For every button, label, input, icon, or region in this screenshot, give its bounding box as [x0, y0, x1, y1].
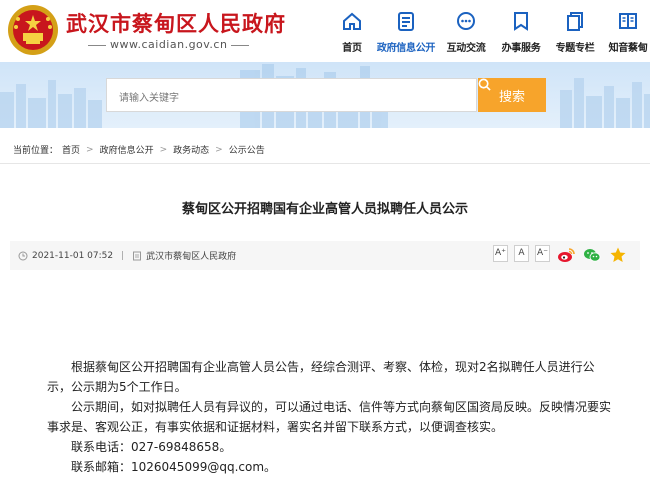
breadcrumb-item-home[interactable]: 首页	[62, 143, 80, 156]
site-url: www.caidian.gov.cn	[84, 38, 253, 51]
wechat-icon[interactable]	[583, 246, 601, 264]
breadcrumb-label: 当前位置：	[13, 146, 59, 156]
chat-bubble-icon	[457, 12, 475, 30]
breadcrumb-item-gov-info[interactable]: 政府信息公开	[100, 143, 154, 156]
article-paragraph: 根据蔡甸区公开招聘国有企业高管人员公告，经综合测评、考察、体检，现对2名拟聘任人…	[47, 360, 595, 394]
breadcrumb-divider	[0, 163, 650, 164]
font-decrease-button[interactable]: A⁻	[535, 245, 550, 262]
search-button-label: 搜索	[498, 89, 525, 105]
national-emblem-icon	[8, 5, 58, 55]
nav-zhiyin[interactable]: 知音蔡甸	[602, 0, 650, 62]
nav-gov-info-label: 政府信息公开	[376, 43, 436, 54]
article-paragraph: 公示期间，如对拟聘任人员有异议的，可以通过电话、信件等方式向蔡甸区国资局反映。反…	[47, 400, 612, 434]
article-title: 蔡甸区公开招聘国有企业高管人员拟聘任人员公示	[181, 202, 468, 217]
clock-icon	[18, 251, 28, 260]
breadcrumb-separator-icon: >	[215, 144, 223, 155]
font-default-button[interactable]: A	[514, 245, 529, 262]
share-buttons	[557, 246, 627, 264]
nav-zhiyin-label: 知音蔡甸	[608, 43, 648, 54]
font-size-controls: A⁺ A A⁻	[493, 245, 550, 262]
nav-home-label: 首页	[342, 43, 362, 54]
breadcrumb-item-notices[interactable]: 公示公告	[229, 143, 265, 156]
meta-separator: |	[121, 250, 125, 261]
home-icon	[343, 12, 361, 30]
breadcrumb-item-gov-news[interactable]: 政务动态	[173, 143, 209, 156]
nav-gov-info[interactable]: 政府信息公开	[374, 0, 438, 62]
article-body: 根据蔡甸区公开招聘国有企业高管人员公告，经综合测评、考察、体检，现对2名拟聘任人…	[47, 357, 612, 477]
font-increase-button[interactable]: A⁺	[493, 245, 508, 262]
contact-phone: 联系电话：027-69848658。	[71, 440, 232, 454]
search-icon	[478, 78, 491, 91]
nav-home[interactable]: 首页	[330, 0, 374, 62]
site-title[interactable]: 武汉市蔡甸区人民政府	[66, 8, 286, 38]
contact-email: 联系邮箱：1026045099@qq.com。	[71, 460, 277, 474]
nav-interaction-label: 互动交流	[446, 43, 486, 54]
favorite-star-icon[interactable]	[609, 246, 627, 264]
article-source: 武汉市蔡甸区人民政府	[146, 252, 237, 262]
book-icon	[619, 13, 637, 29]
copy-pages-icon	[567, 12, 583, 31]
source-icon	[133, 251, 142, 260]
nav-services-label: 办事服务	[501, 43, 541, 54]
search-input[interactable]: 请输入关键字	[106, 78, 477, 112]
search-banner: 请输入关键字 搜索	[0, 62, 650, 128]
nav-services[interactable]: 办事服务	[494, 0, 548, 62]
article-meta-bar: 2021-11-01 07:52 | 武汉市蔡甸区人民政府 A⁺ A A⁻	[10, 241, 640, 270]
nav-topics-label: 专题专栏	[555, 43, 595, 54]
article-meta: 2021-11-01 07:52 | 武汉市蔡甸区人民政府	[18, 249, 236, 262]
main-nav: 首页 政府信息公开 互动交流 办事服务 专题专栏 知音蔡甸	[330, 0, 650, 62]
nav-topics[interactable]: 专题专栏	[548, 0, 602, 62]
breadcrumb-separator-icon: >	[86, 144, 94, 155]
site-header: 武汉市蔡甸区人民政府 www.caidian.gov.cn 首页 政府信息公开 …	[0, 0, 650, 62]
breadcrumb-separator-icon: >	[159, 144, 168, 155]
breadcrumb: 当前位置： 首页 > 政府信息公开 > 政务动态 > 公示公告	[13, 143, 265, 157]
bookmark-icon	[514, 12, 528, 31]
nav-interaction[interactable]: 互动交流	[438, 0, 494, 62]
search-button[interactable]: 搜索	[478, 78, 546, 112]
weibo-icon[interactable]	[557, 246, 575, 264]
document-list-icon	[398, 12, 414, 31]
article-date: 2021-11-01 07:52	[32, 250, 114, 261]
site-url-text: www.caidian.gov.cn	[110, 38, 228, 51]
